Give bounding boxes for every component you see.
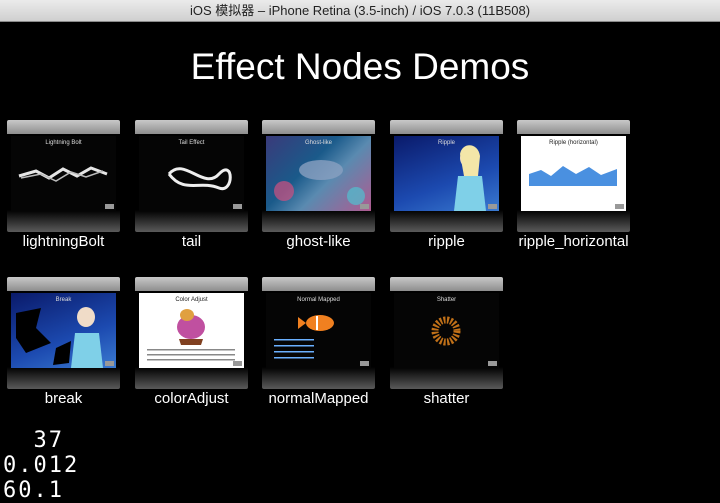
demo-tail[interactable]: Tail Effect tail xyxy=(135,120,248,250)
demo-label: ripple_horizontal xyxy=(518,233,629,250)
lightning-graphic xyxy=(18,166,108,182)
demo-thumbnail: Lightning Bolt xyxy=(7,120,120,232)
demo-label: shatter xyxy=(423,390,470,407)
demo-ripple[interactable]: Ripple ripple xyxy=(390,120,503,250)
demo-ghost-like[interactable]: Ghost-like ghost-like xyxy=(262,120,375,250)
fish-graphic xyxy=(274,315,334,359)
demo-ripple-horizontal[interactable]: Ripple (horizontal) ripple_horizontal xyxy=(517,120,630,250)
demo-thumbnail: Tail Effect xyxy=(135,120,248,232)
demo-normal-mapped[interactable]: Normal Mapped normalMapped xyxy=(262,277,375,407)
demo-color-adjust[interactable]: Color Adjust colorAdjust xyxy=(135,277,248,407)
broken-image-graphic xyxy=(16,307,103,368)
node-count: 37 xyxy=(3,428,64,453)
frame-time: 0.012 xyxy=(3,453,80,478)
fps: 60.1 xyxy=(3,478,64,503)
demo-thumbnail: Ghost-like xyxy=(262,120,375,232)
character-graphic xyxy=(454,145,486,211)
demo-thumbnail: Shatter xyxy=(390,277,503,389)
demo-thumbnail: Color Adjust xyxy=(135,277,248,389)
tail-graphic xyxy=(167,167,232,191)
demo-thumbnail: Break xyxy=(7,277,120,389)
demo-shatter[interactable]: Shatter shatter xyxy=(390,277,503,407)
demo-break[interactable]: Break break xyxy=(7,277,120,407)
sea-creature-graphic xyxy=(274,160,365,205)
chameleon-graphic xyxy=(147,309,235,361)
page-title: Effect Nodes Demos xyxy=(190,46,530,87)
wave-graphic xyxy=(529,166,617,186)
demo-lightning-bolt[interactable]: Lightning Bolt lightningBolt xyxy=(7,120,120,250)
demo-thumbnail: Ripple xyxy=(390,120,503,232)
window-title: iOS 模拟器 – iPhone Retina (3.5-inch) / iOS… xyxy=(189,3,531,18)
simulator-title-bar: iOS 模拟器 – iPhone Retina (3.5-inch) / iOS… xyxy=(0,0,720,22)
debug-stats: 37 0.012 60.1 xyxy=(3,428,79,503)
demo-thumbnail: Ripple (horizontal) xyxy=(517,120,630,232)
shatter-ring-graphic xyxy=(431,316,461,346)
demo-thumbnail: Normal Mapped xyxy=(262,277,375,389)
